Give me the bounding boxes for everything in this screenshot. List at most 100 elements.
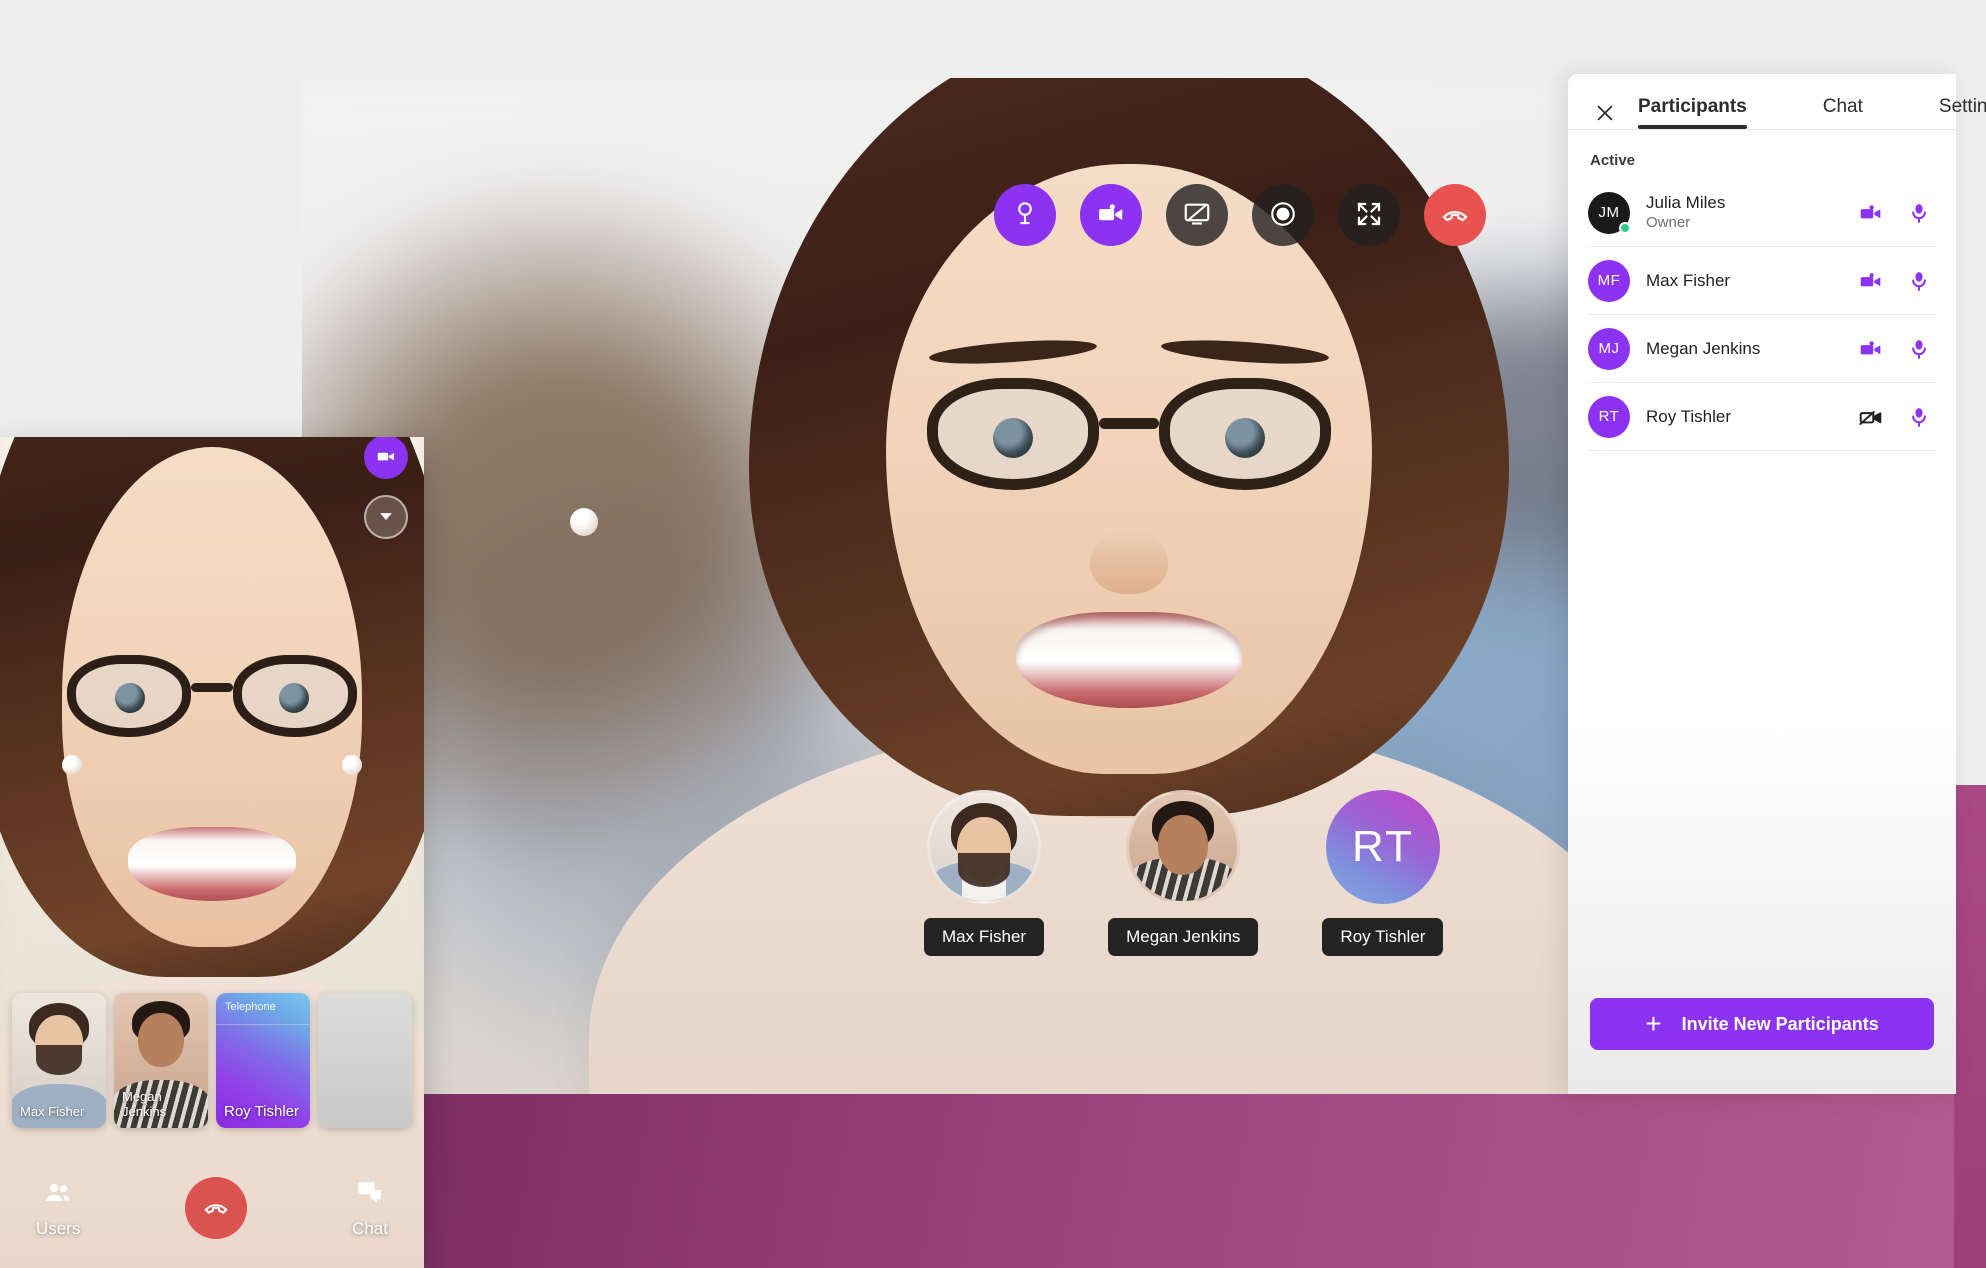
panel-tabs: Participants Chat Settings <box>1638 96 1986 129</box>
chevron-down-icon <box>376 506 396 529</box>
participant-name: Max Fisher <box>1646 270 1731 290</box>
screen-share-button[interactable] <box>1166 184 1228 246</box>
video-camera-icon[interactable] <box>1858 336 1884 362</box>
participant-info: Julia Miles Owner <box>1646 192 1858 233</box>
fullscreen-button[interactable] <box>1338 184 1400 246</box>
table-row[interactable]: MF Max Fisher <box>1588 247 1936 315</box>
mobile-call-overlay: Max Fisher Megan Jenkins Telephone Roy T… <box>0 437 424 1268</box>
video-camera-icon <box>375 445 397 470</box>
video-camera-icon[interactable] <box>1858 268 1884 294</box>
decorative-magenta-strip-right <box>1954 785 1986 1268</box>
video-camera-icon <box>1096 199 1126 232</box>
users-icon <box>43 1178 73 1213</box>
microphone-icon[interactable] <box>1906 200 1932 226</box>
microphone-button[interactable] <box>994 184 1056 246</box>
table-row[interactable]: RT Roy Tishler <box>1588 383 1936 451</box>
avatar: MJ <box>1588 327 1630 370</box>
record-icon <box>1268 199 1298 232</box>
tab-chat[interactable]: Chat <box>1823 96 1863 129</box>
plus-icon: + <box>1645 1008 1662 1039</box>
participant-controls <box>1858 336 1936 362</box>
microphone-icon[interactable] <box>1906 404 1932 430</box>
avatar: MF <box>1588 259 1630 302</box>
tab-settings[interactable]: Settings <box>1939 96 1986 129</box>
decorative-magenta-band <box>424 1094 1986 1268</box>
participant-name: Roy Tishler <box>1646 406 1732 426</box>
glasses <box>927 336 1331 498</box>
tab-participants[interactable]: Participants <box>1638 96 1747 129</box>
close-icon[interactable] <box>1590 98 1620 128</box>
call-toolbar <box>994 184 1486 246</box>
microphone-icon <box>1010 199 1040 232</box>
avatar-initials: JM <box>1598 204 1620 221</box>
participant-info: Roy Tishler <box>1646 406 1858 427</box>
mobile-thumb-label: Roy Tishler <box>224 1102 300 1120</box>
screen-share-off-icon <box>1182 199 1212 232</box>
avatar-initials: RT <box>1598 408 1620 425</box>
invite-button-label: Invite New Participants <box>1681 1013 1879 1034</box>
mobile-chat-button[interactable]: Chat <box>352 1178 388 1239</box>
participant-name: Julia Miles <box>1646 193 1726 213</box>
participant-name: Megan Jenkins <box>1646 338 1761 358</box>
list-item[interactable]: Max Fisher <box>12 993 106 1128</box>
stage-thumbnail-max[interactable]: Max Fisher <box>924 790 1045 956</box>
phone-hangup-icon <box>202 1193 230 1224</box>
divider <box>216 1024 310 1025</box>
mobile-users-button[interactable]: Users <box>36 1178 80 1239</box>
thumbnail-initials-avatar[interactable]: RT <box>1325 790 1440 904</box>
mobile-thumb-top-label: Telephone <box>225 1001 276 1013</box>
mobile-self-video <box>0 437 424 1268</box>
microphone-icon[interactable] <box>1906 268 1932 294</box>
table-row[interactable]: JM Julia Miles Owner <box>1588 179 1936 247</box>
list-item[interactable]: Megan Jenkins <box>114 993 208 1128</box>
list-item[interactable]: Telephone Roy Tishler <box>216 993 310 1128</box>
camera-button[interactable] <box>1080 184 1142 246</box>
avatar-initials: MF <box>1597 272 1621 289</box>
video-camera-off-icon[interactable] <box>1858 404 1884 430</box>
participant-info: Max Fisher <box>1646 270 1858 291</box>
participant-controls <box>1858 268 1936 294</box>
mobile-bottom-bar: Users Chat <box>0 1148 424 1268</box>
avatar: JM <box>1588 191 1631 234</box>
mobile-thumb-label: Max Fisher <box>20 1104 85 1120</box>
mobile-camera-button[interactable] <box>364 437 408 479</box>
list-item[interactable] <box>318 993 412 1128</box>
glasses <box>67 655 357 743</box>
stage-thumbnail-roy[interactable]: RT Roy Tishler <box>1322 790 1444 956</box>
participant-info: Megan Jenkins <box>1646 338 1858 359</box>
invite-new-participants-button[interactable]: + Invite New Participants <box>1590 998 1934 1050</box>
video-camera-icon[interactable] <box>1858 200 1884 226</box>
mobile-collapse-button[interactable] <box>364 495 408 539</box>
participant-role: Owner <box>1646 214 1691 232</box>
thumbnail-video[interactable] <box>1126 790 1241 904</box>
table-row[interactable]: MJ Megan Jenkins <box>1588 315 1936 383</box>
participant-controls <box>1858 404 1936 430</box>
participant-controls <box>1858 200 1936 226</box>
thumbnail-name-label: Max Fisher <box>924 918 1045 956</box>
mobile-side-controls <box>364 437 408 539</box>
fullscreen-icon <box>1354 199 1384 232</box>
microphone-icon[interactable] <box>1906 336 1932 362</box>
phone-hangup-icon <box>1440 199 1470 232</box>
end-call-button[interactable] <box>1424 184 1486 246</box>
thumbnail-name-label: Megan Jenkins <box>1108 918 1259 956</box>
stage-thumbnail-megan[interactable]: Megan Jenkins <box>1108 790 1259 956</box>
panel-footer: + Invite New Participants <box>1568 998 1956 1094</box>
mobile-users-label: Users <box>36 1218 81 1238</box>
section-title-active: Active <box>1590 152 1636 169</box>
record-button[interactable] <box>1252 184 1314 246</box>
mobile-thumb-label: Megan Jenkins <box>122 1089 167 1120</box>
chat-bubble-icon <box>355 1178 385 1213</box>
mobile-end-call-button[interactable] <box>185 1177 248 1239</box>
avatar-initials: MJ <box>1598 340 1620 357</box>
thumbnail-video[interactable] <box>927 790 1042 904</box>
stage-thumbnails: Max Fisher Megan Jenkins RT Roy Tishler <box>924 790 1444 956</box>
avatar: RT <box>1588 395 1630 438</box>
mobile-thumbnail-strip: Max Fisher Megan Jenkins Telephone Roy T… <box>12 993 412 1128</box>
panel-header: Participants Chat Settings <box>1568 74 1986 129</box>
thumbnail-name-label: Roy Tishler <box>1322 918 1444 956</box>
participants-list: JM Julia Miles Owner MF Max Fisher MJ Me… <box>1568 179 1956 451</box>
online-status-dot <box>1619 221 1631 234</box>
mobile-chat-label: Chat <box>352 1218 388 1238</box>
participants-panel: Participants Chat Settings Active JM Jul… <box>1568 74 1986 1094</box>
